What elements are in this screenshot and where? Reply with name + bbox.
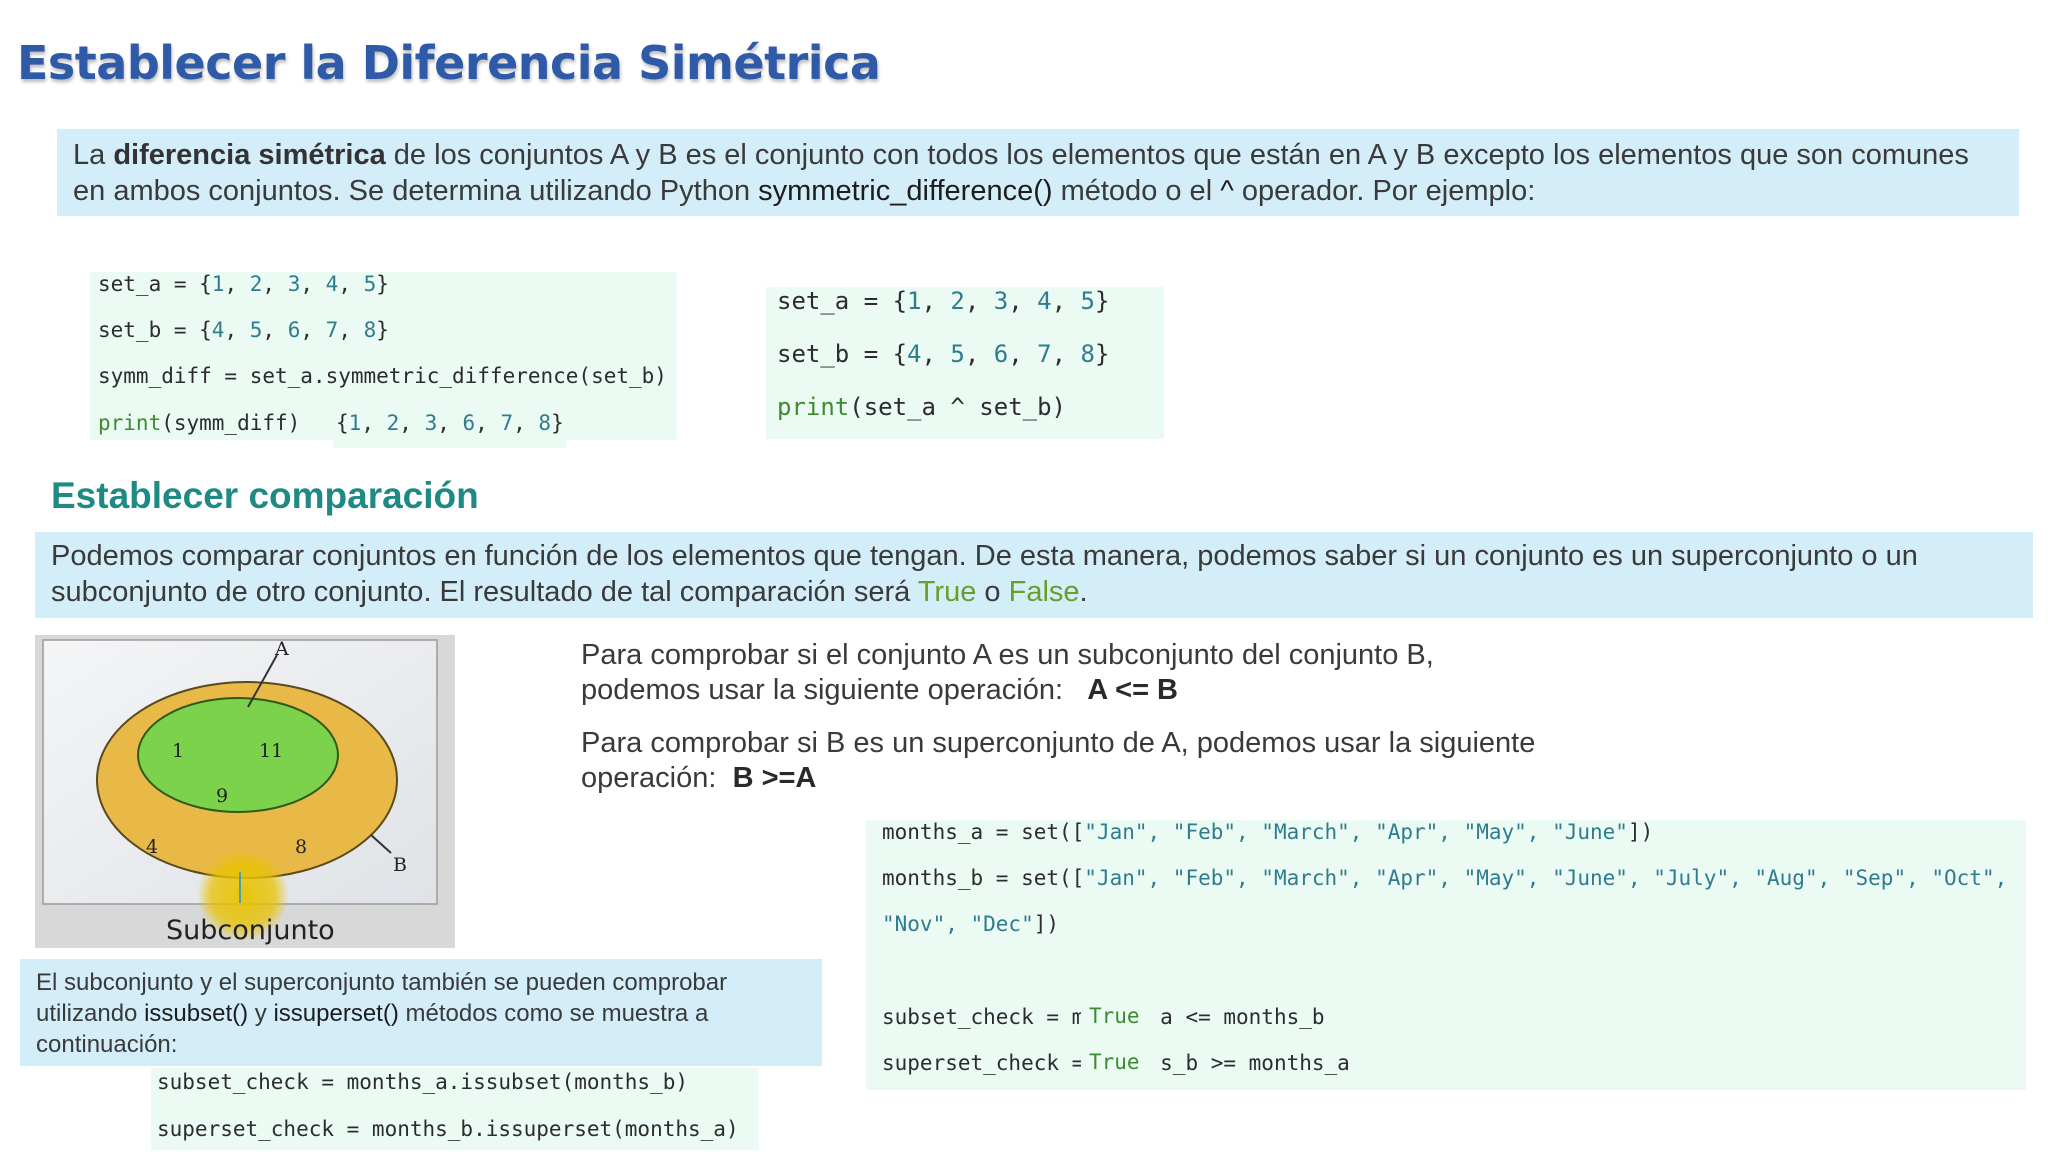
superset-explanation: Para comprobar si B es un superconjunto … [581,727,1536,794]
superset-operator: B >=A [732,762,817,794]
true-keyword: True [917,576,977,608]
code-line: months_a = set(["Jan", "Feb", "March", "… [882,820,1654,844]
false-keyword: False [1008,576,1080,608]
code-line: "Nov", "Dec"]) [882,912,1060,936]
subset-note: El subconjunto y el superconjunto tambié… [36,969,728,1058]
term-symmetric-difference: diferencia simétrica [113,139,386,171]
code-output: {1, 2, 3, 6, 7, 8} [336,411,564,435]
compare-box: Podemos comparar conjuntos en función de… [35,532,2033,618]
venn-svg: A B 1 11 9 4 8 Subconjunto [42,638,438,946]
subset-operator: A <= B [1087,674,1178,706]
code-block-months [866,820,2026,1090]
true-output: True [1081,1044,1148,1088]
intro-paragraph: La diferencia simétrica de los conjuntos… [73,139,1969,207]
subset-explanation: Para comprobar si el conjunto A es un su… [581,639,1434,706]
venn-inner-value: 1 [172,740,184,762]
venn-inner-value: 9 [216,785,228,807]
true-output: True [1081,998,1148,1034]
section-title: Establecer comparación [51,475,479,516]
code-line: print(symm_diff) [98,411,301,435]
code-line: months_b = set(["Jan", "Feb", "March", "… [882,866,2008,890]
code-line: set_a = {1, 2, 3, 4, 5} [98,272,389,296]
compare-paragraph: Podemos comparar conjuntos en función de… [51,540,1918,608]
venn-caption: Subconjunto [166,915,335,946]
code-line: superset_check = months_b.issuperset(mon… [157,1117,739,1141]
venn-label-a: A [274,638,289,660]
venn-inner-value: 11 [259,740,283,762]
inner-set-a [137,697,339,813]
method-name: symmetric_difference() [758,175,1053,207]
venn-label-b: B [393,854,407,876]
caret-operator: ^ [1220,175,1234,207]
intro-box: La diferencia simétrica de los conjuntos… [57,129,2019,216]
code-line: subset_check = months_a.issubset(months_… [157,1070,689,1094]
code-line: set_b = {4, 5, 6, 7, 8} [98,318,389,342]
subset-note-box: El subconjunto y el superconjunto tambié… [20,959,822,1066]
code-line: set_b = {4, 5, 6, 7, 8} [777,340,1110,368]
code-line: print(set_a ^ set_b) [777,393,1066,421]
subset-venn-diagram: A B 1 11 9 4 8 Subconjunto [35,635,455,948]
code-line: symm_diff = set_a.symmetric_difference(s… [98,364,667,388]
page-title: Establecer la Diferencia Simétrica [17,36,881,90]
venn-outer-value: 4 [146,836,158,858]
code-line: set_a = {1, 2, 3, 4, 5} [777,287,1110,315]
venn-outer-value: 8 [295,836,307,858]
